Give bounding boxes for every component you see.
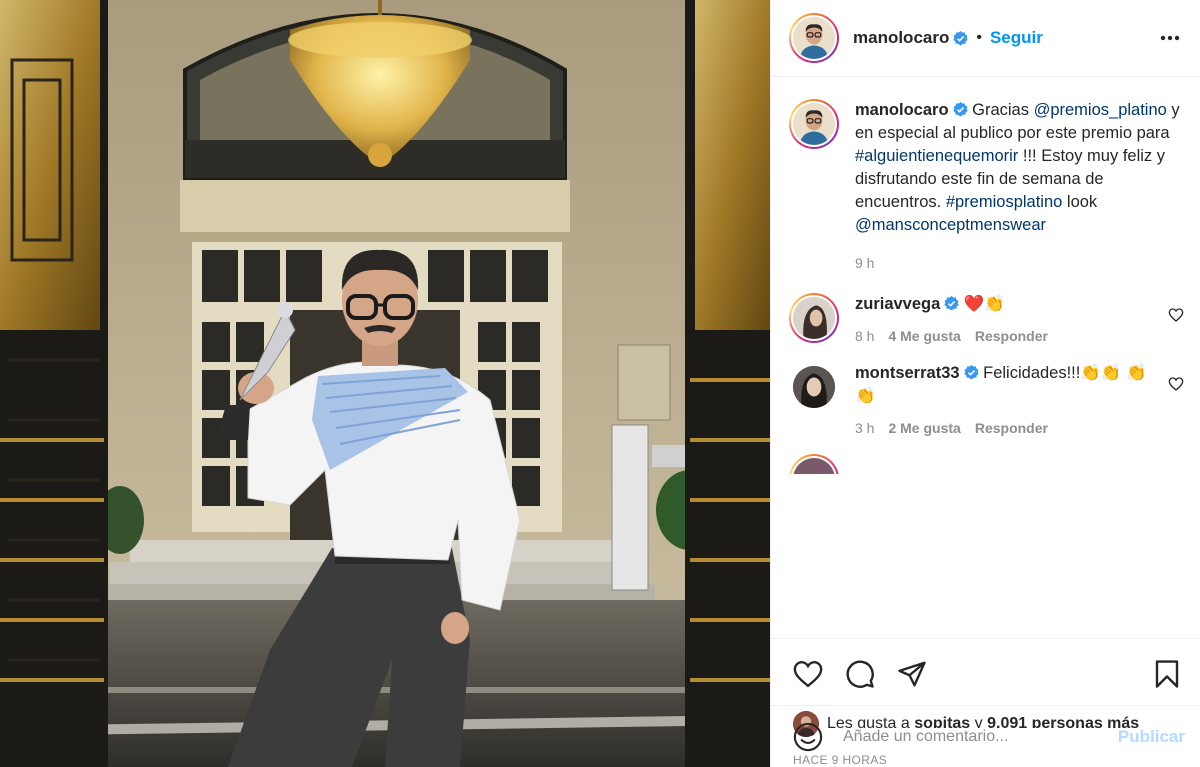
caption-username[interactable]: manolocaro bbox=[855, 101, 949, 119]
caption-text-part: Gracias bbox=[972, 101, 1029, 119]
verified-badge-icon bbox=[944, 296, 959, 311]
comment-like-icon[interactable] bbox=[1168, 307, 1184, 323]
share-icon[interactable] bbox=[895, 657, 929, 691]
caption-time: 9 h bbox=[855, 255, 875, 271]
comment-time: 8 h bbox=[855, 328, 875, 344]
caption-text-part: look bbox=[1066, 193, 1098, 211]
action-bar bbox=[771, 639, 1200, 709]
caption-text: manolocaro Gracias @premios_platino y en… bbox=[855, 99, 1184, 237]
photo-illustration bbox=[0, 0, 770, 767]
commenter-username[interactable]: montserrat33 bbox=[855, 364, 960, 382]
commenter-username[interactable]: zuriavvega bbox=[855, 295, 940, 313]
comment-like-icon[interactable] bbox=[1168, 376, 1184, 392]
commenter-avatar[interactable] bbox=[789, 362, 839, 412]
avatar-illustration bbox=[793, 297, 835, 339]
header-separator: • bbox=[976, 29, 982, 46]
verified-badge-icon bbox=[952, 102, 968, 117]
post-side-panel: manolocaro • Seguir manolocaro Gracias @… bbox=[770, 0, 1200, 767]
mention-link[interactable]: @mansconceptmenswear bbox=[855, 216, 1046, 234]
follow-button[interactable]: Seguir bbox=[990, 28, 1043, 48]
comments-list[interactable]: manolocaro Gracias @premios_platino y en… bbox=[771, 77, 1200, 638]
commenter-avatar[interactable] bbox=[789, 293, 839, 343]
comment-time: 3 h bbox=[855, 420, 875, 436]
comment-icon[interactable] bbox=[843, 657, 877, 691]
comment-item-partial bbox=[789, 454, 1184, 474]
more-options-icon[interactable] bbox=[1156, 24, 1184, 52]
post-header: manolocaro • Seguir bbox=[771, 0, 1200, 77]
comment-likes[interactable]: 4 Me gusta bbox=[888, 328, 960, 344]
post-photo[interactable] bbox=[0, 0, 770, 767]
save-icon[interactable] bbox=[1150, 657, 1184, 691]
emoji-icon[interactable] bbox=[793, 722, 823, 752]
comment-likes[interactable]: 2 Me gusta bbox=[888, 420, 960, 436]
caption-avatar[interactable] bbox=[789, 99, 839, 149]
comment-text: ❤️👏 bbox=[963, 295, 1005, 313]
mention-link[interactable]: @premios_platino bbox=[1034, 101, 1167, 119]
add-comment-bar: Publicar bbox=[771, 705, 1200, 767]
verified-badge-icon bbox=[963, 365, 979, 380]
comment-item: zuriavvega ❤️👏 8 h 4 Me gusta Responder bbox=[789, 293, 1184, 344]
avatar-illustration bbox=[793, 103, 835, 145]
like-icon[interactable] bbox=[791, 657, 825, 691]
hashtag-link[interactable]: #alguientienequemorir bbox=[855, 147, 1018, 165]
avatar-illustration bbox=[793, 17, 835, 59]
author-username[interactable]: manolocaro bbox=[853, 28, 949, 48]
instagram-post: manolocaro • Seguir manolocaro Gracias @… bbox=[0, 0, 1200, 767]
reply-button[interactable]: Responder bbox=[975, 420, 1048, 436]
hashtag-link[interactable]: #premiosplatino bbox=[946, 193, 1062, 211]
commenter-avatar[interactable] bbox=[789, 454, 839, 474]
verified-badge-icon bbox=[953, 30, 968, 45]
publish-button[interactable]: Publicar bbox=[1118, 727, 1185, 747]
caption: manolocaro Gracias @premios_platino y en… bbox=[789, 99, 1184, 271]
avatar-illustration bbox=[793, 366, 835, 408]
comment-input[interactable] bbox=[843, 727, 1118, 746]
comment-item: montserrat33 Felicidades!!!👏👏 👏👏 3 h 2 M… bbox=[789, 362, 1184, 436]
reply-button[interactable]: Responder bbox=[975, 328, 1048, 344]
author-avatar[interactable] bbox=[789, 13, 839, 63]
